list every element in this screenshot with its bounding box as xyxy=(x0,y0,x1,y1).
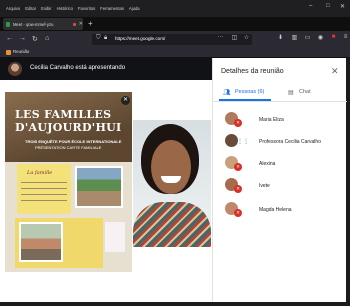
menu-item-history[interactable]: Histórico xyxy=(57,6,73,11)
shared-document: LES FAMILLES D'AUJOURD'HUI TROIS ENQUÊTE… xyxy=(5,92,132,272)
menu-bar: Arquivo Editar Exibir Histórico Favorito… xyxy=(0,0,350,17)
menu-icon[interactable]: ≡ xyxy=(341,34,350,44)
mic-off-icon: ✕ xyxy=(234,119,242,127)
maximize-icon[interactable]: □ xyxy=(326,3,330,9)
pocket-icon[interactable]: ◫ xyxy=(230,34,239,44)
document-title-line1: LES FAMILLES xyxy=(15,108,112,121)
participant-video xyxy=(133,120,211,247)
panel-tabs: 👥︎ Pessoas (6) ▤ Chat xyxy=(213,86,347,102)
extension-icon[interactable]: ■ xyxy=(329,34,338,44)
more-icon[interactable]: ··· xyxy=(216,34,225,44)
participant-item[interactable]: ✕ Alexina xyxy=(213,154,347,176)
tab-strip: Meet - qow-mmef-yzu ✕ + xyxy=(0,17,350,31)
panel-title: Detalhes da reunião xyxy=(221,68,284,75)
video-clothing xyxy=(133,202,211,247)
sidebar-icon[interactable]: ▭ xyxy=(303,34,312,44)
document-title-line2: D'AUJOURD'HUI xyxy=(15,121,122,134)
lock-icon[interactable]: 🔒︎ xyxy=(104,35,107,42)
mic-off-icon: ✕ xyxy=(234,163,242,171)
close-panel-icon[interactable]: ✕ xyxy=(331,66,339,77)
mic-off-icon: ✕ xyxy=(234,185,242,193)
navigation-bar: ← → ↻ ⌂ ⛉ 🔒︎ https://meet.google.com/ ··… xyxy=(0,31,350,48)
forward-icon[interactable]: → xyxy=(19,35,26,42)
participant-item[interactable]: ⋮⋮ Professora Cecilia Carvalho xyxy=(213,132,347,154)
menu-item-help[interactable]: Ajuda xyxy=(129,6,140,11)
participant-item[interactable]: ✕ Maria Eliza xyxy=(213,110,347,132)
people-icon[interactable]: 👥︎ xyxy=(223,89,231,96)
participant-name: Maria Eliza xyxy=(259,117,284,123)
url-text[interactable]: https://meet.google.com/ xyxy=(115,36,165,41)
library-icon[interactable]: ▥ xyxy=(290,34,299,44)
mic-off-icon: ✕ xyxy=(234,209,242,217)
participant-name: Magda Helena xyxy=(259,207,292,213)
minimize-icon[interactable]: – xyxy=(309,3,312,9)
account-icon[interactable]: ◉ xyxy=(316,34,325,44)
participant-name: Ivete xyxy=(259,183,270,189)
document-subtitle-line2: PRÉSENTATION CARTE FAMILIALE xyxy=(35,145,102,150)
back-icon[interactable]: ← xyxy=(6,35,13,42)
family-photo-1 xyxy=(75,166,123,208)
meeting-details-panel: Detalhes da reunião ✕ 👥︎ Pessoas (6) ▤ C… xyxy=(212,58,347,302)
menu-item-tools[interactable]: Ferramentas xyxy=(100,6,124,11)
participant-item[interactable]: ✕ Ivete xyxy=(213,176,347,198)
presenter-avatar xyxy=(8,62,22,76)
presenter-bar: Cecilia Carvalho está apresentando xyxy=(0,58,212,80)
menu-item-view[interactable]: Exibir xyxy=(41,6,51,11)
menu-item-edit[interactable]: Editar xyxy=(25,6,36,11)
participant-item[interactable]: ✕ Magda Helena xyxy=(213,200,347,222)
bookmark-favicon-icon xyxy=(6,50,11,55)
close-window-icon[interactable]: ✕ xyxy=(340,3,345,10)
presenter-status: Cecilia Carvalho está apresentando xyxy=(30,65,126,71)
bookmark-item[interactable]: Reunião xyxy=(13,49,29,54)
note-line xyxy=(21,200,67,201)
family-photo-2 xyxy=(19,222,63,262)
menu-item-bookmarks[interactable]: Favoritos xyxy=(78,6,95,11)
note-card-title: La famille xyxy=(27,170,53,176)
pink-note-card xyxy=(105,222,125,252)
reload-icon[interactable]: ↻ xyxy=(32,35,38,43)
tab-people[interactable]: Pessoas (6) xyxy=(235,89,264,95)
download-icon[interactable]: ⬇ xyxy=(276,34,285,44)
tabs-divider xyxy=(213,101,347,102)
tab-chat[interactable]: Chat xyxy=(299,89,311,95)
recording-dot-icon xyxy=(73,22,76,26)
chat-icon[interactable]: ▤ xyxy=(288,89,294,96)
shield-icon[interactable]: ⛉ xyxy=(96,35,101,42)
close-tab-icon[interactable]: ✕ xyxy=(79,21,83,27)
participant-name: Alexina xyxy=(259,161,276,167)
meet-favicon-icon xyxy=(6,21,10,27)
bookmarks-bar: Reunião xyxy=(0,48,350,58)
participant-name: Professora Cecilia Carvalho xyxy=(259,139,321,145)
video-face xyxy=(151,140,191,194)
note-line xyxy=(21,194,67,195)
browser-tab-meet[interactable]: Meet - qow-mmef-yzu ✕ xyxy=(3,18,83,30)
home-icon[interactable]: ⌂ xyxy=(45,35,49,42)
speaking-indicator-icon: ⋮⋮ xyxy=(237,139,249,145)
close-presentation-icon[interactable]: ✕ xyxy=(121,96,130,105)
note-line xyxy=(21,188,67,189)
document-subtitle-line1: TROIS ENQUÊTE POUR ÉCOLE INTERNATIONALE xyxy=(25,139,122,144)
star-icon[interactable]: ☆ xyxy=(242,34,251,44)
menu-item-file[interactable]: Arquivo xyxy=(6,6,20,11)
tab-title: Meet - qow-mmef-yzu xyxy=(12,21,54,27)
new-tab-icon[interactable]: + xyxy=(88,19,93,28)
note-line xyxy=(21,182,67,183)
